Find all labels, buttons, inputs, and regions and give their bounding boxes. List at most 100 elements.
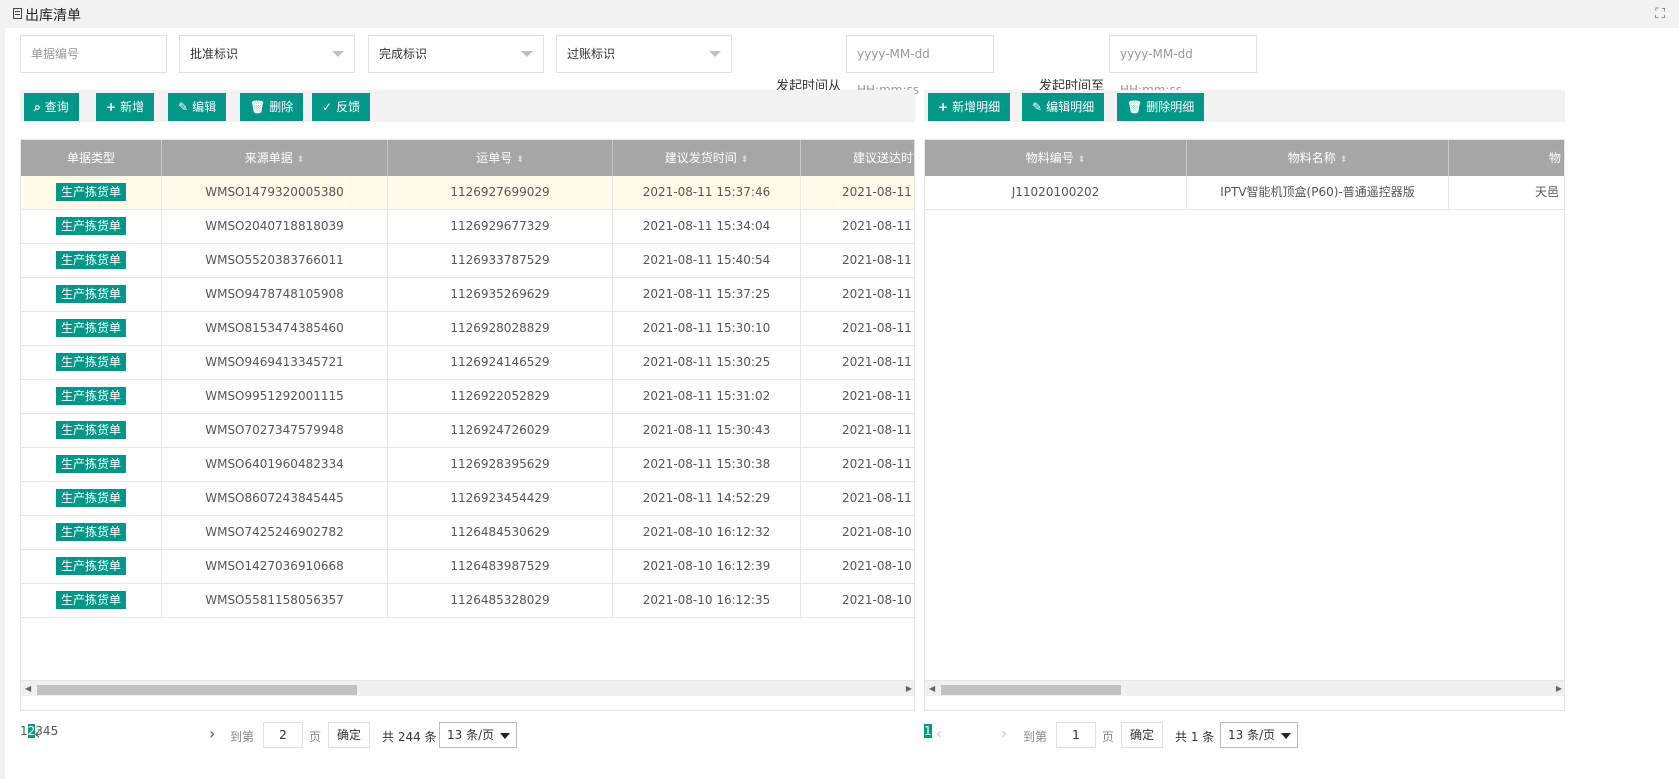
table-row[interactable]: 生产拣货单 WMSO5520383766011 1126933787529 2021-… bbox=[21, 244, 914, 278]
sort-icon[interactable]: ⬍ bbox=[1078, 155, 1086, 165]
scrollbar-thumb[interactable] bbox=[941, 685, 1121, 695]
complete-select[interactable]: 完成标识 bbox=[368, 35, 544, 73]
table-cell-ship: 2021-08-10 16:12:32 bbox=[613, 516, 801, 549]
column-label: 物料名称 bbox=[1287, 151, 1336, 165]
delete-detail-button[interactable]: 🗑 删除明细 bbox=[1117, 93, 1205, 121]
scroll-left-icon[interactable]: ◀ bbox=[25, 684, 31, 693]
edit-label: 编辑 bbox=[192, 100, 217, 114]
table-row[interactable]: 生产拣货单 WMSO1427036910668 1126483987529 2021-… bbox=[21, 550, 914, 584]
table-row[interactable]: 生产拣货单 WMSO9478748105908 1126935269629 2021-… bbox=[21, 278, 914, 312]
document-icon bbox=[13, 8, 22, 19]
table-cell-type: 生产拣货单 bbox=[21, 176, 162, 209]
add-detail-button[interactable]: + 新增明细 bbox=[928, 93, 1011, 121]
table-row[interactable]: 生产拣货单 WMSO5581158056357 1126485328029 2021-… bbox=[21, 584, 914, 618]
table-row[interactable]: 生产拣货单 WMSO1479320005380 1126927699029 2021-… bbox=[21, 176, 914, 210]
goto-confirm-button[interactable]: 确定 bbox=[1121, 722, 1164, 748]
page-size-select[interactable]: 13 条/页 bbox=[439, 722, 518, 748]
main-pagination: ‹ 12345 › 到第 2 页 确定 共 244 条 13 条/页 bbox=[20, 718, 915, 752]
prev-page-icon[interactable]: ‹ bbox=[936, 724, 942, 743]
table-cell-arrive: 2021-08-11 15 bbox=[842, 389, 914, 403]
sort-icon[interactable]: ⬍ bbox=[1340, 155, 1348, 165]
check-icon: ✓ bbox=[322, 100, 333, 114]
approval-select[interactable]: 批准标识 bbox=[179, 35, 355, 73]
pencil-icon: ✎ bbox=[178, 100, 189, 114]
table-row[interactable]: 生产拣货单 WMSO9951292001115 1126922052829 2021-… bbox=[21, 380, 914, 414]
table-cell-source: WMSO8607243845445 bbox=[162, 482, 388, 515]
next-page-icon[interactable]: › bbox=[1001, 724, 1007, 743]
feedback-button[interactable]: ✓ 反馈 bbox=[312, 93, 371, 121]
column-header[interactable]: 建议送达时间 bbox=[801, 140, 914, 176]
sort-icon[interactable]: ⬍ bbox=[741, 155, 749, 165]
page-number[interactable]: 5 bbox=[51, 724, 59, 738]
column-label: 物 bbox=[1549, 151, 1562, 165]
edit-detail-button[interactable]: ✎ 编辑明细 bbox=[1022, 93, 1105, 121]
query-button[interactable]: ⌕ 查询 bbox=[24, 93, 79, 121]
table-cell-source: WMSO9478748105908 bbox=[162, 278, 388, 311]
table-row[interactable]: 生产拣货单 WMSO7027347579948 1126924726029 2021-… bbox=[21, 414, 914, 448]
table-cell-ship: 2021-08-11 14:52:29 bbox=[613, 482, 801, 515]
table-cell-source: WMSO7027347579948 bbox=[162, 414, 388, 447]
table-header: 单据类型 来源单据⬍ 运单号⬍ 建议发货时间⬍ 建议送达时间 bbox=[21, 140, 914, 176]
column-header[interactable]: 运单号 ⬍ bbox=[388, 140, 613, 176]
column-header[interactable]: 建议发货时间 ⬍ bbox=[613, 140, 801, 176]
page-number[interactable]: 1 bbox=[924, 724, 932, 738]
table-row[interactable]: J11020100202 IPTV智能机顶盒(P60)-普通遥控器版 天邑 bbox=[925, 176, 1564, 210]
start-from-input[interactable]: yyyy-MM-dd HH:mm:ss bbox=[846, 35, 994, 97]
scrollbar-thumb[interactable] bbox=[37, 685, 357, 695]
title-bar: 出库清单 ⛶ bbox=[0, 0, 1679, 28]
edit-button[interactable]: ✎ 编辑 bbox=[168, 93, 227, 121]
table-row[interactable]: 生产拣货单 WMSO8607243845445 1126923454429 2021-… bbox=[21, 482, 914, 516]
table-row[interactable]: 生产拣货单 WMSO9469413345721 1126924146529 2021-… bbox=[21, 346, 914, 380]
table-cell-name: IPTV智能机顶盒(P60)-普通遥控器版 bbox=[1187, 176, 1449, 209]
table-cell-ship: 2021-08-11 15:30:43 bbox=[613, 414, 801, 447]
column-header[interactable]: 来源单据 ⬍ bbox=[162, 140, 388, 176]
sort-icon[interactable]: ⬍ bbox=[297, 155, 305, 165]
table-row[interactable]: 生产拣货单 WMSO6401960482334 1126928395629 2021-… bbox=[21, 448, 914, 482]
table-cell-type: 生产拣货单 bbox=[21, 482, 162, 515]
column-header[interactable]: 物料编号 ⬍ bbox=[925, 140, 1187, 176]
add-label: 新增 bbox=[120, 100, 145, 114]
fullscreen-icon[interactable]: ⛶ bbox=[1655, 6, 1665, 22]
page-size-select[interactable]: 13 条/页 bbox=[1220, 722, 1299, 748]
delete-button[interactable]: 🗑 删除 bbox=[240, 93, 304, 121]
scroll-right-icon[interactable]: ▶ bbox=[906, 684, 912, 693]
page-number[interactable]: 1 bbox=[20, 724, 28, 738]
next-page-icon[interactable]: › bbox=[209, 724, 215, 743]
detail-table: 物料编号 ⬍ 物料名称 ⬍ 物 J11020100202 IPTV智能机顶盒(P60)… bbox=[924, 139, 1565, 711]
table-row[interactable]: 生产拣货单 WMSO7425246902782 1126484530629 2021-… bbox=[21, 516, 914, 550]
approval-select-value: 批准标识 bbox=[190, 47, 239, 61]
table-cell-waybill: 1126922052829 bbox=[388, 380, 613, 413]
table-cell-arrive: 2021-08-10 16 bbox=[842, 525, 914, 539]
doc-type-badge: 生产拣货单 bbox=[55, 319, 126, 337]
goto-page-input[interactable]: 1 bbox=[1056, 722, 1096, 748]
posting-select[interactable]: 过账标识 bbox=[556, 35, 732, 73]
column-header[interactable]: 单据类型 bbox=[21, 140, 162, 176]
add-button[interactable]: + 新增 bbox=[96, 93, 155, 121]
table-row[interactable]: 生产拣货单 WMSO2040718818039 1126929677329 2021-… bbox=[21, 210, 914, 244]
page-number[interactable]: 3 bbox=[35, 724, 43, 738]
page-number[interactable]: 4 bbox=[43, 724, 51, 738]
horizontal-scrollbar[interactable]: ◀ ▶ bbox=[21, 680, 914, 696]
horizontal-scrollbar[interactable]: ◀ ▶ bbox=[925, 680, 1564, 696]
delete-detail-label: 删除明细 bbox=[1146, 100, 1195, 114]
table-cell-ship: 2021-08-11 15:31:02 bbox=[613, 380, 801, 413]
goto-confirm-button[interactable]: 确定 bbox=[328, 722, 371, 748]
main-panel: 单据编号 批准标识 完成标识 过账标识 发起时间从 yyyy-MM-dd HH:… bbox=[5, 28, 1679, 779]
table-row[interactable]: 生产拣货单 WMSO8153474385460 1126928028829 2021-… bbox=[21, 312, 914, 346]
sort-icon[interactable]: ⬍ bbox=[516, 155, 524, 165]
column-label: 单据类型 bbox=[66, 151, 115, 165]
goto-page-input[interactable]: 2 bbox=[263, 722, 303, 748]
column-header[interactable]: 物 bbox=[1449, 140, 1564, 176]
start-to-input[interactable]: yyyy-MM-dd HH:mm:ss bbox=[1109, 35, 1257, 97]
scroll-left-icon[interactable]: ◀ bbox=[929, 684, 935, 693]
column-header[interactable]: 物料名称 ⬍ bbox=[1187, 140, 1449, 176]
table-cell-waybill: 1126484530629 bbox=[388, 516, 613, 549]
scroll-right-icon[interactable]: ▶ bbox=[1556, 684, 1562, 693]
doc-no-input[interactable]: 单据编号 bbox=[20, 35, 167, 73]
table-cell-ship: 2021-08-11 15:30:10 bbox=[613, 312, 801, 345]
chevron-down-icon bbox=[521, 51, 533, 57]
chevron-down-icon bbox=[709, 51, 721, 57]
table-cell-type: 生产拣货单 bbox=[21, 550, 162, 583]
feedback-label: 反馈 bbox=[336, 100, 361, 114]
doc-type-badge: 生产拣货单 bbox=[55, 387, 126, 405]
